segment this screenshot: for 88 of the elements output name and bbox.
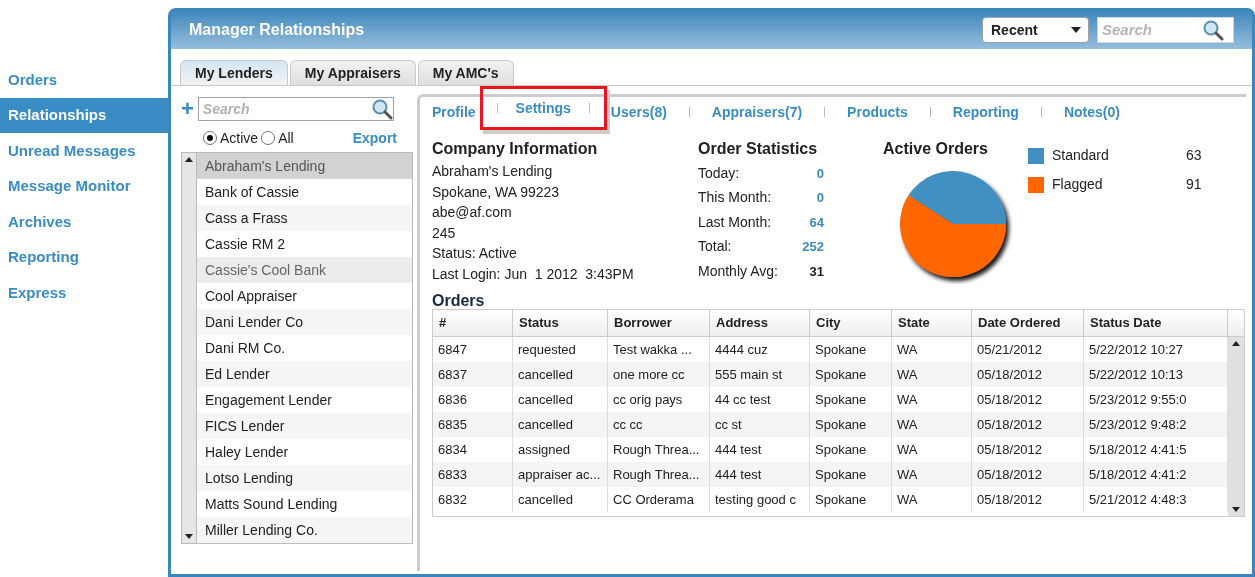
tab[interactable]: My Lenders [180, 60, 288, 85]
table-row[interactable]: 6835 cancelled cc cc cc st Spokane WA 05/18/2012 5/23/2012 9:48:2 [433, 412, 1228, 437]
table-cell: 6832 [433, 487, 513, 512]
list-item[interactable]: Lotso Lending [197, 465, 412, 491]
legend-value: 63 [1186, 146, 1202, 165]
list-item[interactable]: Cass a Frass [197, 205, 412, 231]
export-link[interactable]: Export [352, 127, 397, 149]
radio-button[interactable] [203, 131, 217, 145]
window-title: Manager Relationships [189, 20, 366, 40]
table-row[interactable]: 6833 appraiser ac... Rough Threa... 444 test Spokane WA 05/18/2012 5/18/2012 4:41:2 [433, 462, 1228, 487]
tab[interactable]: My Appraisers [289, 60, 416, 85]
section-title: Order Statistics [698, 139, 819, 159]
statistic-label: Total: [698, 237, 733, 257]
column-header[interactable]: Status [513, 310, 608, 336]
detail-link[interactable]: Reporting [952, 101, 1019, 123]
detail-link[interactable]: Users(8) [610, 101, 667, 123]
detail-link[interactable]: Settings [515, 97, 571, 119]
legend-value: 91 [1186, 175, 1202, 194]
nav-link[interactable]: Unread Messages [0, 133, 168, 169]
company-info-line: Status: Active [432, 244, 518, 263]
statistic-label: Last Month: [698, 212, 773, 232]
nav-link[interactable]: Orders [0, 62, 168, 98]
radio-button[interactable] [261, 131, 276, 145]
detail-link[interactable]: Products [847, 101, 908, 123]
section-title: Company Information [432, 139, 599, 159]
statistic-link[interactable]: 0 [816, 188, 824, 208]
column-header[interactable]: City [810, 310, 892, 336]
statistic-link[interactable]: 252 [802, 237, 824, 257]
list-item[interactable]: Cassie's Cool Bank [197, 257, 412, 283]
table-cell: CC Orderama [608, 487, 710, 512]
nav-link[interactable]: Relationships [0, 97, 168, 133]
scrollbar[interactable] [1228, 337, 1244, 516]
caret-icon [1071, 27, 1081, 33]
nav-link[interactable]: Message Monitor [0, 168, 168, 204]
detail-link[interactable]: Profile [432, 101, 476, 123]
detail-link[interactable]: Appraisers(7) [711, 101, 803, 123]
add-button[interactable]: + [181, 98, 194, 120]
company-info-line: Last Login: Jun 1 2012 3:43PM [432, 264, 635, 284]
column-header[interactable]: Borrower [608, 310, 710, 336]
table-cell: Spokane [810, 487, 892, 512]
company-info-line: 245 [432, 223, 457, 243]
statistic-label: Today: [698, 163, 741, 183]
search-field[interactable]: Search [197, 97, 394, 121]
company-info-line: Spokane, WA 99223 [432, 182, 561, 202]
statistic-link[interactable]: 64 [809, 212, 824, 232]
statistic-link[interactable]: 0 [816, 163, 824, 183]
table-cell: testing good c [710, 487, 810, 512]
list-item[interactable]: Ed Lender [197, 361, 412, 387]
company-info-line: abe@af.com [432, 203, 513, 222]
statistic-label: Monthly Avg: [698, 261, 779, 281]
table-cell: WA [892, 487, 972, 512]
list-item[interactable]: Dani Lender Co [197, 309, 412, 335]
section-title: Active Orders [883, 139, 989, 159]
company-info-line: Abraham's Lending [432, 162, 554, 181]
list-item[interactable]: FICS Lender [197, 413, 412, 439]
statistic-label: This Month: [698, 188, 773, 208]
statistic-value: 31 [809, 262, 824, 281]
column-header[interactable]: Date Ordered [972, 310, 1084, 336]
search-input[interactable]: Search [1102, 18, 1202, 42]
legend-label: Flagged [1052, 175, 1104, 194]
radio-label: All [278, 128, 294, 148]
radio-label: Active [220, 128, 259, 148]
orders-title: Orders [432, 291, 486, 309]
search-input[interactable]: Search [202, 98, 371, 120]
detail-link[interactable]: Notes(0) [1063, 101, 1120, 123]
tab[interactable]: My AMC's [417, 60, 514, 85]
search-icon[interactable] [1202, 19, 1224, 41]
column-header[interactable]: Address [710, 310, 810, 336]
scroll-down-icon[interactable] [1232, 507, 1240, 512]
column-header[interactable]: # [433, 310, 513, 336]
nav-link[interactable]: Express [0, 275, 168, 311]
recent-dropdown[interactable]: Recent [982, 17, 1089, 43]
legend-label: Standard [1052, 146, 1110, 165]
search-field[interactable]: Search [1097, 17, 1234, 43]
column-header[interactable]: State [892, 310, 972, 336]
table-cell: 05/18/2012 [972, 487, 1084, 512]
scroll-up-icon[interactable] [1232, 341, 1240, 346]
list-item[interactable]: Miller Lending Co. [197, 517, 412, 543]
scroll-down-icon[interactable] [185, 534, 193, 539]
table-cell: cancelled [513, 487, 608, 512]
table-row[interactable]: 6837 cancelled one more cc 555 main st Spokane WA 05/18/2012 5/22/2012 10:13 [433, 362, 1228, 387]
nav-link[interactable]: Archives [0, 204, 168, 240]
nav-link[interactable]: Reporting [0, 239, 168, 275]
list-item[interactable]: Abraham's Lending [197, 153, 412, 179]
search-icon[interactable] [370, 98, 393, 120]
scrollbar[interactable] [182, 153, 197, 543]
column-header[interactable]: Status Date [1084, 310, 1228, 336]
scroll-up-icon[interactable] [185, 157, 193, 162]
